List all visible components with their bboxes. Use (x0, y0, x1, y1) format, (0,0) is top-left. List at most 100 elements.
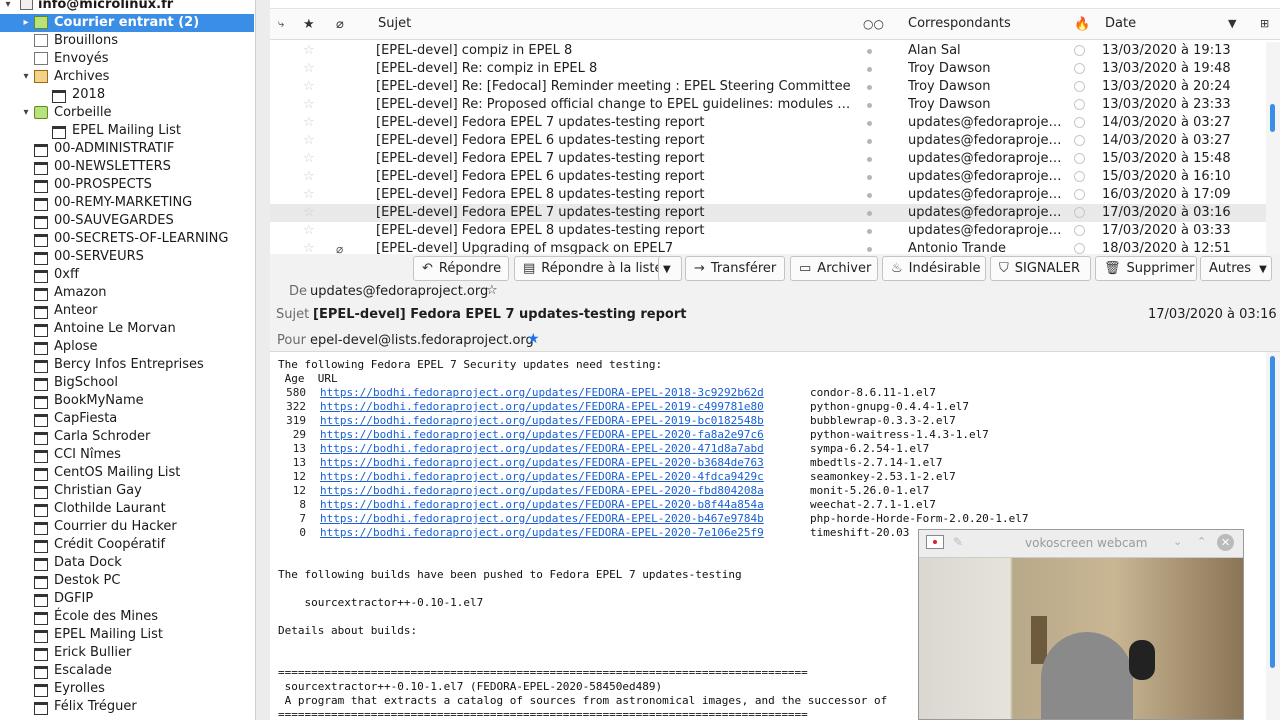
folder-item[interactable]: Anteor (0, 302, 254, 320)
to-address[interactable]: epel-devel@lists.fedoraproject.org (310, 333, 534, 348)
message-row[interactable]: ☆ [EPEL-devel] Re: [Fedocal] Reminder mee… (270, 78, 1266, 96)
message-row[interactable]: ☆ ⌀ [EPEL-devel] Upgrading of msgpack on E… (270, 240, 1266, 254)
more-button[interactable]: Autres ▼ (1200, 256, 1272, 281)
folder-item[interactable]: BookMyName (0, 392, 254, 410)
read-status-dot-icon[interactable] (867, 157, 872, 162)
reply-list-dropdown[interactable]: ▼ (658, 256, 682, 281)
update-link[interactable]: https://bodhi.fedoraproject.org/updates/… (320, 400, 764, 414)
folder-item[interactable]: 0xff (0, 266, 254, 284)
attachment-column-icon[interactable]: ⌀ (336, 17, 344, 32)
message-row[interactable]: ☆ [EPEL-devel] Fedora EPEL 6 updates-test… (270, 132, 1266, 150)
folder-item[interactable]: EPEL Mailing List (0, 626, 254, 644)
column-subject[interactable]: Sujet (378, 9, 411, 39)
folder-item[interactable]: ▾ Corbeille (0, 104, 254, 122)
folder-item[interactable]: 00-ADMINISTRATIF (0, 140, 254, 158)
star-icon[interactable]: ☆ (303, 240, 315, 254)
junk-status-icon[interactable] (1074, 99, 1085, 110)
message-row[interactable]: ☆ [EPEL-devel] Re: compiz in EPEL 8 Troy D… (270, 60, 1266, 78)
minimize-icon[interactable]: ⌄ (1173, 535, 1182, 548)
contact-star-icon[interactable]: ★ (527, 331, 540, 347)
junk-status-icon[interactable] (1074, 189, 1085, 200)
delete-button[interactable]: 🗑 Supprimer (1095, 256, 1197, 281)
junk-status-icon[interactable] (1074, 171, 1085, 182)
read-status-column-icon[interactable]: ○○ (863, 17, 884, 31)
message-row[interactable]: ☆ [EPEL-devel] Fedora EPEL 7 updates-test… (270, 204, 1266, 222)
folder-item[interactable]: Destok PC (0, 572, 254, 590)
folder-item[interactable]: CentOS Mailing List (0, 464, 254, 482)
folder-item[interactable]: 2018 (0, 86, 254, 104)
read-status-dot-icon[interactable] (867, 121, 872, 126)
folder-item[interactable]: CCI Nîmes (0, 446, 254, 464)
update-link[interactable]: https://bodhi.fedoraproject.org/updates/… (320, 498, 764, 512)
folder-item[interactable]: 00-SECRETS-OF-LEARNING (0, 230, 254, 248)
folder-item[interactable]: 00-SERVEURS (0, 248, 254, 266)
folder-item[interactable]: Crédit Coopératif (0, 536, 254, 554)
star-icon[interactable]: ☆ (303, 204, 315, 222)
junk-column-icon[interactable]: 🔥 (1074, 17, 1090, 32)
star-icon[interactable]: ☆ (303, 168, 315, 186)
read-status-dot-icon[interactable] (867, 175, 872, 180)
folder-item[interactable]: 00-SAUVEGARDES (0, 212, 254, 230)
junk-button[interactable]: ♨ Indésirable (882, 256, 986, 281)
add-contact-star-icon[interactable]: ☆ (486, 283, 498, 298)
junk-status-icon[interactable] (1074, 117, 1085, 128)
webcam-window[interactable]: ✎ vokoscreen webcam ⌄ ⌃ ✕ (918, 529, 1244, 720)
update-link[interactable]: https://bodhi.fedoraproject.org/updates/… (320, 526, 764, 540)
folder-item[interactable]: CapFiesta (0, 410, 254, 428)
sort-descending-icon[interactable]: ▼ (1228, 17, 1236, 30)
close-icon[interactable]: ✕ (1217, 534, 1234, 551)
folder-item[interactable]: Bercy Infos Entreprises (0, 356, 254, 374)
junk-status-icon[interactable] (1074, 81, 1085, 92)
star-icon[interactable]: ☆ (303, 222, 315, 240)
star-icon[interactable]: ☆ (303, 114, 315, 132)
folder-item[interactable]: BigSchool (0, 374, 254, 392)
webcam-titlebar[interactable]: ✎ vokoscreen webcam ⌄ ⌃ ✕ (919, 530, 1243, 558)
message-list-scrollbar[interactable] (1266, 42, 1280, 254)
folder-item[interactable]: ▸ Courrier entrant (2) (0, 14, 254, 32)
update-link[interactable]: https://bodhi.fedoraproject.org/updates/… (320, 386, 764, 400)
junk-status-icon[interactable] (1074, 225, 1085, 236)
folder-item[interactable]: Christian Gay (0, 482, 254, 500)
expanded-twisty-icon[interactable]: ▾ (20, 68, 32, 86)
folder-item[interactable]: Antoine Le Morvan (0, 320, 254, 338)
message-body-scrollbar[interactable] (1266, 352, 1280, 720)
pane-splitter[interactable] (256, 0, 270, 720)
junk-status-icon[interactable] (1074, 135, 1085, 146)
read-status-dot-icon[interactable] (867, 67, 872, 72)
folder-item[interactable]: Clothilde Laurant (0, 500, 254, 518)
junk-status-icon[interactable] (1074, 45, 1085, 56)
folder-item[interactable]: EPEL Mailing List (0, 122, 254, 140)
archive-button[interactable]: ▭ Archiver (790, 256, 878, 281)
update-link[interactable]: https://bodhi.fedoraproject.org/updates/… (320, 512, 764, 526)
junk-status-icon[interactable] (1074, 63, 1085, 74)
read-status-dot-icon[interactable] (867, 49, 872, 54)
star-icon[interactable]: ☆ (303, 132, 315, 150)
message-row[interactable]: ☆ [EPEL-devel] Re: Proposed official chan… (270, 96, 1266, 114)
star-icon[interactable]: ☆ (303, 96, 315, 114)
folder-item[interactable]: Envoyés (0, 50, 254, 68)
read-status-dot-icon[interactable] (867, 211, 872, 216)
message-row[interactable]: ☆ [EPEL-devel] Fedora EPEL 6 updates-test… (270, 168, 1266, 186)
message-row[interactable]: ☆ [EPEL-devel] Fedora EPEL 8 updates-test… (270, 222, 1266, 240)
update-link[interactable]: https://bodhi.fedoraproject.org/updates/… (320, 414, 764, 428)
star-icon[interactable]: ☆ (303, 42, 315, 60)
collapse-twisty-icon[interactable]: ▾ (2, 0, 14, 14)
expanded-twisty-icon[interactable]: ▾ (20, 104, 32, 122)
read-status-dot-icon[interactable] (867, 103, 872, 108)
folder-item[interactable]: Aplose (0, 338, 254, 356)
message-row[interactable]: ☆ [EPEL-devel] Fedora EPEL 7 updates-test… (270, 150, 1266, 168)
read-status-dot-icon[interactable] (867, 229, 872, 234)
folder-item[interactable]: Brouillons (0, 32, 254, 50)
folder-item[interactable]: 00-NEWSLETTERS (0, 158, 254, 176)
folder-item[interactable]: École des Mines (0, 608, 254, 626)
from-address[interactable]: updates@fedoraproject.org (310, 284, 488, 299)
star-icon[interactable]: ☆ (303, 78, 315, 96)
star-icon[interactable]: ☆ (303, 150, 315, 168)
star-icon[interactable]: ☆ (303, 60, 315, 78)
star-icon[interactable]: ☆ (303, 186, 315, 204)
forward-button[interactable]: → Transférer (685, 256, 785, 281)
folder-item[interactable]: Carla Schroder (0, 428, 254, 446)
read-status-dot-icon[interactable] (867, 193, 872, 198)
reply-list-button[interactable]: ▤ Répondre à la liste (514, 256, 682, 281)
report-button[interactable]: ⛉ SIGNALER (990, 256, 1091, 281)
